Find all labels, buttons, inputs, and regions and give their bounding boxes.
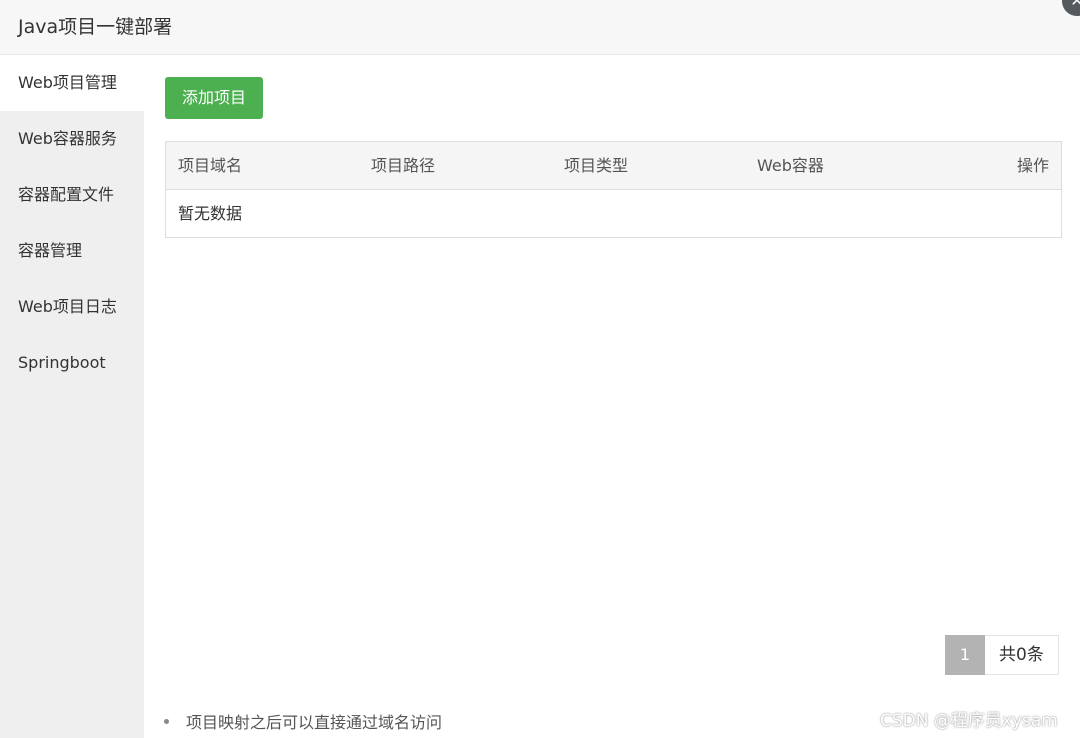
column-header-web-container: Web容器	[757, 156, 824, 175]
tip-item: 项目映射之后可以直接通过域名访问	[164, 711, 442, 735]
pagination: 1 共0条	[945, 635, 1059, 675]
dialog-title: Java项目一键部署	[18, 16, 173, 38]
table-empty-message: 暂无数据	[178, 204, 243, 223]
watermark: CSDN @程序员xysam	[880, 711, 1058, 731]
project-table: 项目域名 项目路径 项目类型 Web容器 操作 暂无数据	[165, 141, 1062, 238]
sidebar-item-container-config-file[interactable]: 容器配置文件	[0, 167, 144, 223]
tip-text: 项目映射之后可以直接通过域名访问	[186, 713, 443, 732]
column-header-domain: 项目域名	[178, 156, 243, 175]
add-project-button[interactable]: 添加项目	[165, 77, 263, 119]
column-header-path: 项目路径	[371, 156, 436, 175]
main-panel: 添加项目 项目域名 项目路径 项目类型 Web容器 操作 暂无数据 1 共0条 …	[144, 55, 1080, 738]
page-button-1[interactable]: 1	[945, 635, 985, 675]
column-header-type: 项目类型	[564, 156, 629, 175]
sidebar-item-web-container-service[interactable]: Web容器服务	[0, 111, 144, 167]
bullet-icon	[164, 719, 169, 724]
dialog-title-bar: Java项目一键部署	[0, 0, 1080, 55]
pagination-total: 共0条	[985, 635, 1059, 675]
sidebar-item-springboot[interactable]: Springboot	[0, 335, 144, 391]
sidebar: Web项目管理 Web容器服务 容器配置文件 容器管理 Web项目日志 Spri…	[0, 55, 144, 738]
sidebar-item-web-project-log[interactable]: Web项目日志	[0, 279, 144, 335]
table-header: 项目域名 项目路径 项目类型 Web容器 操作	[166, 142, 1061, 190]
deploy-dialog: Java项目一键部署 ✕ Web项目管理 Web容器服务 容器配置文件 容器管理…	[0, 0, 1080, 738]
sidebar-item-container-management[interactable]: 容器管理	[0, 223, 144, 279]
column-header-actions: 操作	[1017, 156, 1050, 175]
sidebar-item-web-project-management[interactable]: Web项目管理	[0, 55, 144, 111]
